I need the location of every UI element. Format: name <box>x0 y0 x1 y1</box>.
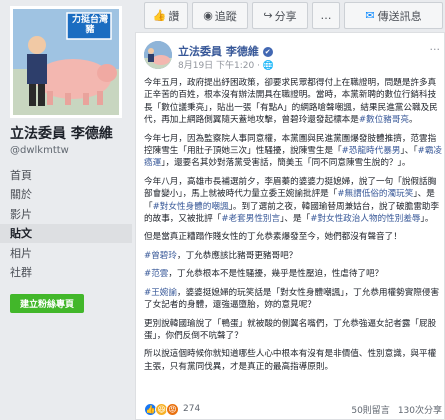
hashtag-link[interactable]: #對女性身體的嘲諷 <box>153 202 229 212</box>
profile-picture[interactable]: 力挺台灣豬 <box>10 6 122 118</box>
like-page-button[interactable]: 👍 讚 <box>144 2 188 29</box>
verified-icon: ✔ <box>262 47 273 57</box>
hashtag-link[interactable]: #曾碧玲 <box>144 251 177 261</box>
nav-item-about[interactable]: 關於 <box>0 185 132 205</box>
post-paragraph: #王婉諭，婆婆挺媳婦的玩笑話是「對女性身體嘲諷」，丁允恭用權勢實際侵害了女記者的… <box>144 287 440 311</box>
post-paragraph: #曾碧玲，丁允恭應該比豬哥更豬哥吧？ <box>144 250 298 261</box>
nav-item-photos[interactable]: 相片 <box>0 243 132 263</box>
avatar-image <box>144 41 172 69</box>
nav-item-posts[interactable]: 貼文 <box>0 223 132 243</box>
share-button[interactable]: ↪ 分享 <box>252 2 308 29</box>
angry-reaction-icon: 😡 <box>166 402 179 416</box>
hashtag-link[interactable]: #數位豬哥亮 <box>359 115 409 125</box>
page-nav: 首頁 關於 影片 貼文 相片 社群 <box>0 165 132 282</box>
post-reactions-bar: 👍 😆 😡 274 50則留言 130次分享 <box>144 401 442 417</box>
post-timestamp[interactable]: 8月19日 下午1:20 · 🌐 <box>178 58 274 71</box>
post-paragraph: 今年八月，高雄市長補選前夕，李眉蓁的婆婆力挺媳婦，說了一句「說假話胸部會變小」，… <box>144 176 440 225</box>
post-body: 今年五月，政府提出紓困政策，卻要求民眾都得付上在職證明，問題是許多真正辛苦的百姓… <box>144 77 442 379</box>
create-page-button[interactable]: 建立粉絲專頁 <box>10 294 84 313</box>
rss-icon: ◉ <box>203 9 213 22</box>
hashtag-link[interactable]: #恐龍時代暴男 <box>342 146 401 156</box>
hashtag-link[interactable]: #對女性政治人物的性別羞辱 <box>310 214 420 224</box>
hashtag-link[interactable]: #范雲 <box>144 269 168 279</box>
post-paragraph: 今年七月，因為監察院人事同意權，本黨團與民進黨團爆發肢體推擠，范雲指控陳雪生「用… <box>144 133 443 169</box>
post-paragraph: 但是當真正糟蹋作賤女性的丁允恭素爆發至今，她們都沒有聲音了！ <box>144 232 402 243</box>
thumbs-up-icon: 👍 <box>152 9 167 22</box>
post-header: 立法委員 李德維 ✔ 8月19日 下午1:20 · 🌐 ··· <box>144 41 444 73</box>
follow-button[interactable]: ◉ 追蹤 <box>192 2 248 29</box>
nav-item-videos[interactable]: 影片 <box>0 204 132 224</box>
profile-badge-text: 力挺台灣豬 <box>71 15 108 35</box>
post-author-name[interactable]: 立法委員 李德維 ✔ <box>178 43 273 59</box>
hashtag-link[interactable]: #無謂低俗的濁玩笑 <box>337 189 413 199</box>
more-options-button[interactable]: … <box>312 2 340 29</box>
post-paragraph: 所以說這個時候你就知道哪些人心中根本有沒有是非價值、性別意識，與平權主張，只有黨… <box>144 349 437 372</box>
share-count[interactable]: 130次分享 <box>398 403 442 416</box>
hashtag-link[interactable]: #王婉諭 <box>144 288 177 298</box>
page-name: 立法委員 李德維 <box>10 126 113 142</box>
nav-item-home[interactable]: 首頁 <box>0 165 132 185</box>
messenger-icon: ✉ <box>365 9 375 22</box>
post-more-button[interactable]: ··· <box>430 43 441 56</box>
nav-item-community[interactable]: 社群 <box>0 263 132 283</box>
post-paragraph: #范雲，丁允恭根本不是性騷擾，幾乎是性壓迫，性虐待了吧？ <box>144 269 384 280</box>
page-handle[interactable]: @dwlkmttw <box>10 145 69 156</box>
post-paragraph: 今年五月，政府提出紓困政策，卻要求民眾都得付上在職證明，問題是許多真正辛苦的百姓… <box>144 78 438 126</box>
post-paragraph: 更別說韓國瑜說了「鴨蛋」就被酸的側翼名嘴們，丁允恭強逼女記者露「屁股蛋」，你們反… <box>144 318 437 341</box>
share-icon: ↪ <box>263 9 273 22</box>
hashtag-link[interactable]: #老套男性別言 <box>221 214 280 224</box>
post-card: 立法委員 李德維 ✔ 8月19日 下午1:20 · 🌐 ··· 今年五月，政府提… <box>135 32 445 420</box>
reaction-count[interactable]: 274 <box>183 404 200 414</box>
page-sidebar: 力挺台灣豬 立法委員 李德維 @dwlkmttw 首頁 關於 影片 貼文 相片 … <box>0 0 132 420</box>
send-message-button[interactable]: ✉ 傳送訊息 <box>344 2 443 29</box>
post-author-avatar[interactable] <box>144 41 172 69</box>
comment-count[interactable]: 50則留言 <box>351 403 389 416</box>
